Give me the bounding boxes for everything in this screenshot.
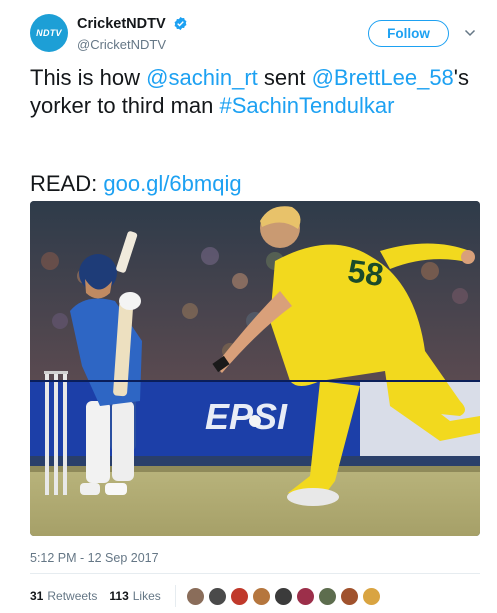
display-name[interactable]: CricketNDTV: [77, 16, 166, 32]
ndtv-logo: NDTV: [36, 28, 62, 38]
stats-divider: [174, 585, 176, 607]
timestamp[interactable]: 5:12 PM - 12 Sep 2017: [30, 551, 159, 565]
divider: [30, 573, 480, 574]
tweet-text-part: sent: [257, 65, 312, 90]
account-handle[interactable]: @CricketNDTV: [77, 37, 188, 52]
article-link[interactable]: goo.gl/6bmqig: [103, 171, 241, 196]
retweets-count: 31: [30, 589, 44, 603]
read-label: READ:: [30, 171, 104, 196]
tweet-text-part: This is how: [30, 65, 147, 90]
verified-badge-icon: [174, 17, 187, 31]
likers-avatars: [185, 586, 384, 606]
liker-avatar[interactable]: [185, 586, 205, 606]
likes-stat[interactable]: 113 Likes: [109, 589, 160, 603]
retweets-label: Retweets: [47, 589, 98, 603]
retweets-stat[interactable]: 31 Retweets: [30, 589, 97, 603]
hashtag-link[interactable]: #SachinTendulkar: [220, 93, 395, 118]
tweet-text: This is how @sachin_rt sent @BrettLee_58…: [30, 64, 475, 120]
likes-count: 113: [109, 589, 129, 603]
tweet-photo[interactable]: EPSI 58: [30, 201, 480, 536]
account-avatar[interactable]: NDTV: [30, 14, 68, 52]
liker-avatar[interactable]: [339, 586, 359, 606]
mention-link-sachin[interactable]: @sachin_rt: [146, 65, 258, 90]
liker-avatar[interactable]: [207, 586, 227, 606]
follow-button[interactable]: Follow: [368, 20, 449, 47]
account-name-block[interactable]: CricketNDTV @CricketNDTV: [77, 15, 188, 52]
chevron-down-icon[interactable]: [464, 27, 476, 39]
cricket-photo-image: EPSI 58: [30, 201, 480, 536]
tweet-card: NDTV CricketNDTV @CricketNDTV Follow Thi…: [0, 0, 497, 613]
liker-avatar[interactable]: [251, 586, 271, 606]
tweet-stats: 31 Retweets 113 Likes: [30, 585, 384, 607]
liker-avatar[interactable]: [273, 586, 293, 606]
liker-avatar[interactable]: [229, 586, 249, 606]
liker-avatar[interactable]: [317, 586, 337, 606]
jersey-number: 58: [345, 252, 385, 293]
liker-avatar[interactable]: [361, 586, 381, 606]
read-line: READ: goo.gl/6bmqig: [30, 170, 242, 198]
liker-avatar[interactable]: [295, 586, 315, 606]
likes-label: Likes: [132, 589, 161, 603]
pepsi-board-text: EPSI: [205, 396, 288, 437]
mention-link-brettlee[interactable]: @BrettLee_58: [312, 65, 454, 90]
